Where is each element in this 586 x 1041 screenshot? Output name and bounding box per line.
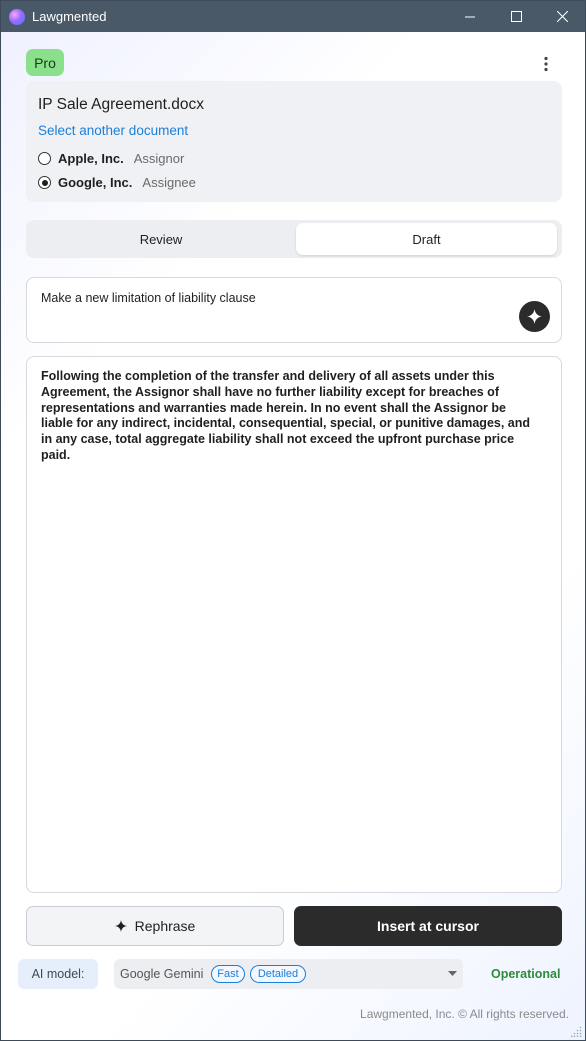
sparkle-icon: [527, 309, 542, 324]
party-name: Apple, Inc.: [58, 151, 124, 166]
app-window: Lawgmented Pro IP Sale Agreement.docx Se…: [0, 0, 586, 1041]
sparkle-icon: [114, 920, 127, 932]
window-title: Lawgmented: [32, 9, 107, 24]
prompt-input[interactable]: Make a new limitation of liability claus…: [26, 277, 562, 343]
title-bar[interactable]: Lawgmented: [1, 1, 585, 32]
document-card: IP Sale Agreement.docx Select another do…: [26, 81, 562, 202]
pro-badge: Pro: [26, 49, 64, 76]
insert-at-cursor-button[interactable]: Insert at cursor: [294, 906, 562, 946]
footer-copyright: Lawgmented, Inc. © All rights reserved.: [360, 1007, 569, 1021]
model-status: Operational: [491, 967, 561, 981]
party-name: Google, Inc.: [58, 175, 133, 190]
model-select[interactable]: Google Gemini Fast Detailed: [114, 959, 463, 989]
chevron-down-icon: [448, 971, 457, 976]
party-radio[interactable]: [38, 176, 51, 189]
minimize-button[interactable]: [447, 1, 493, 32]
prompt-text: Make a new limitation of liability claus…: [41, 291, 256, 305]
draft-output[interactable]: Following the completion of the transfer…: [26, 356, 562, 893]
generate-button[interactable]: [519, 301, 550, 332]
close-button[interactable]: [539, 1, 585, 32]
party-radio[interactable]: [38, 152, 51, 165]
app-logo-icon: [9, 8, 25, 25]
party-option-assignor[interactable]: Apple, Inc. Assignor: [38, 151, 184, 166]
maximize-button[interactable]: [493, 1, 539, 32]
document-title: IP Sale Agreement.docx: [38, 96, 205, 113]
party-role: Assignor: [133, 151, 185, 166]
more-vertical-icon[interactable]: [537, 55, 555, 73]
tab-review[interactable]: Review: [29, 223, 293, 255]
window-controls: [447, 1, 585, 32]
model-tag-detailed: Detailed: [250, 965, 306, 983]
party-role: Assignee: [142, 175, 196, 190]
minimize-icon: [465, 16, 475, 17]
select-document-link[interactable]: Select another document: [38, 123, 188, 138]
tab-draft[interactable]: Draft: [296, 223, 557, 255]
maximize-icon: [510, 11, 522, 22]
rephrase-label: Rephrase: [134, 918, 196, 934]
ai-model-label: AI model:: [18, 959, 98, 989]
mode-tabs: Review Draft: [26, 220, 562, 258]
party-option-assignee[interactable]: Google, Inc. Assignee: [38, 175, 196, 190]
resize-grip-icon[interactable]: [571, 1026, 582, 1037]
model-name: Google Gemini: [120, 967, 204, 981]
draft-output-text: Following the completion of the transfer…: [41, 369, 531, 462]
rephrase-button[interactable]: Rephrase: [26, 906, 284, 946]
close-icon: [556, 11, 568, 22]
model-tag-fast: Fast: [211, 965, 245, 983]
